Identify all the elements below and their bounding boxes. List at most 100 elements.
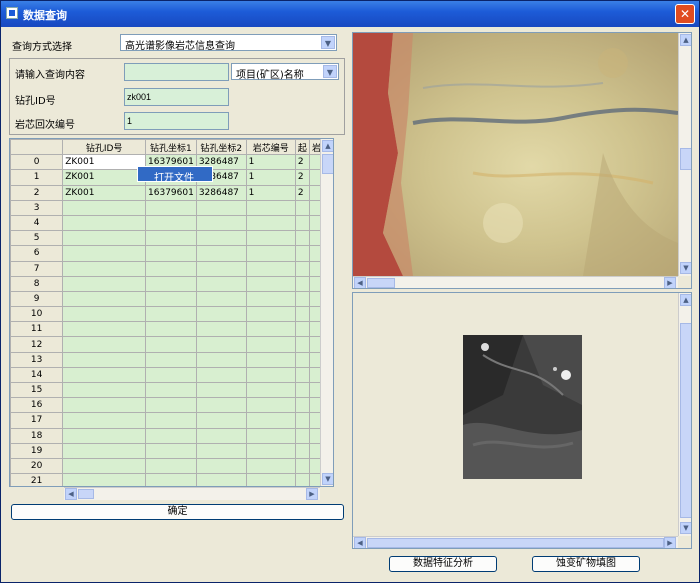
row-header[interactable]: 18 (10, 427, 64, 444)
table-cell[interactable] (195, 457, 247, 475)
table-cell[interactable] (145, 199, 197, 216)
confirm-button[interactable]: 确定 (11, 504, 344, 520)
grid-vertical-scrollbar[interactable]: ▲ ▼ (320, 139, 333, 486)
table-cell[interactable] (62, 473, 147, 486)
table-cell[interactable]: ZK001 (62, 154, 147, 171)
table-cell[interactable] (195, 230, 247, 247)
table-cell[interactable] (195, 381, 247, 399)
table-cell[interactable] (195, 336, 247, 353)
table-row[interactable]: 16 (10, 397, 333, 414)
table-cell[interactable] (245, 442, 296, 459)
row-header[interactable]: 6 (10, 245, 64, 262)
row-header[interactable]: 11 (10, 321, 64, 338)
scroll-up-icon[interactable]: ▲ (680, 34, 691, 46)
table-cell[interactable]: 16379601 (145, 184, 197, 201)
table-row[interactable]: 8 (10, 275, 333, 292)
table-cell[interactable] (195, 290, 247, 308)
col-header[interactable]: 钻孔坐标1 (145, 139, 197, 156)
mineral-mapping-button[interactable]: 蚀变矿物填图 (532, 556, 640, 572)
table-row[interactable]: 3 (10, 199, 333, 216)
table-cell[interactable] (145, 442, 197, 459)
table-cell[interactable]: 1 (245, 154, 296, 171)
scroll-thumb[interactable] (367, 538, 664, 548)
scroll-left-icon[interactable]: ◀ (65, 488, 77, 500)
table-cell[interactable] (294, 351, 310, 368)
borehole-input[interactable] (124, 88, 229, 106)
table-cell[interactable] (145, 336, 197, 353)
table-row[interactable]: 18 (10, 427, 333, 444)
scroll-thumb[interactable] (367, 278, 395, 288)
table-cell[interactable] (195, 412, 247, 429)
results-grid[interactable]: 钻孔ID号 钻孔坐标1 钻孔坐标2 岩芯编号 起 岩芯 0ZK001163796… (9, 138, 334, 487)
table-cell[interactable] (62, 245, 147, 262)
table-row[interactable]: 20 (10, 457, 333, 475)
table-cell[interactable] (294, 290, 310, 308)
table-cell[interactable] (245, 230, 296, 247)
table-cell[interactable]: ZK001 (62, 184, 147, 201)
table-cell[interactable] (145, 306, 197, 323)
table-cell[interactable] (245, 321, 296, 338)
table-cell[interactable] (62, 321, 147, 338)
table-cell[interactable]: 1 (245, 169, 296, 186)
scroll-thumb[interactable] (680, 148, 691, 170)
table-cell[interactable] (245, 473, 296, 486)
table-cell[interactable] (62, 214, 147, 232)
row-header[interactable]: 21 (10, 473, 64, 486)
table-row[interactable]: 21 (10, 473, 333, 486)
table-cell[interactable] (195, 321, 247, 338)
table-cell[interactable] (195, 306, 247, 323)
table-cell[interactable] (245, 275, 296, 292)
table-cell[interactable] (245, 214, 296, 232)
table-row[interactable]: 19 (10, 442, 333, 459)
table-cell[interactable] (145, 230, 197, 247)
table-cell[interactable] (245, 427, 296, 444)
row-header[interactable]: 10 (10, 306, 64, 323)
table-cell[interactable] (245, 381, 296, 399)
scroll-thumb[interactable] (322, 154, 333, 174)
scroll-right-icon[interactable]: ▶ (664, 537, 676, 548)
table-cell[interactable] (62, 397, 147, 414)
table-cell[interactable] (245, 245, 296, 262)
table-row[interactable]: 5 (10, 230, 333, 247)
table-cell[interactable] (294, 473, 310, 486)
table-row[interactable]: 14 (10, 366, 333, 384)
table-cell[interactable] (145, 473, 197, 486)
table-cell[interactable] (245, 306, 296, 323)
row-header[interactable]: 1 (10, 169, 64, 186)
chevron-down-icon[interactable]: ▼ (323, 65, 337, 78)
col-header[interactable]: 起 (294, 139, 310, 156)
table-cell[interactable] (62, 260, 147, 277)
table-cell[interactable] (145, 275, 197, 292)
table-cell[interactable] (62, 351, 147, 368)
table-cell[interactable] (195, 366, 247, 384)
table-cell[interactable] (62, 275, 147, 292)
scroll-down-icon[interactable]: ▼ (680, 262, 691, 274)
scroll-down-icon[interactable]: ▼ (680, 522, 691, 534)
row-header[interactable]: 2 (10, 184, 64, 201)
table-cell[interactable] (62, 290, 147, 308)
table-cell[interactable] (145, 366, 197, 384)
row-header[interactable]: 20 (10, 457, 64, 475)
table-cell[interactable] (245, 290, 296, 308)
table-cell[interactable] (195, 427, 247, 444)
table-cell[interactable] (294, 245, 310, 262)
table-cell[interactable] (245, 412, 296, 429)
table-cell[interactable] (245, 351, 296, 368)
table-cell[interactable]: ZK001 (62, 169, 147, 186)
table-row[interactable]: 10 (10, 306, 333, 323)
row-header[interactable]: 17 (10, 412, 64, 429)
table-cell[interactable] (145, 321, 197, 338)
table-cell[interactable] (245, 336, 296, 353)
row-header[interactable]: 4 (10, 214, 64, 232)
table-cell[interactable] (195, 351, 247, 368)
row-header[interactable]: 8 (10, 275, 64, 292)
table-cell[interactable] (195, 473, 247, 486)
image-horizontal-scrollbar[interactable]: ◀ ▶ (353, 276, 678, 288)
table-row[interactable]: 17 (10, 412, 333, 429)
row-header[interactable]: 0 (10, 154, 64, 171)
col-header[interactable]: 岩芯编号 (245, 139, 296, 156)
col-header[interactable]: 钻孔坐标2 (195, 139, 247, 156)
table-cell[interactable]: 3286487 (195, 184, 247, 201)
table-row[interactable]: 7 (10, 260, 333, 277)
field-select[interactable]: 项目(矿区)名称 ▼ (231, 63, 339, 81)
